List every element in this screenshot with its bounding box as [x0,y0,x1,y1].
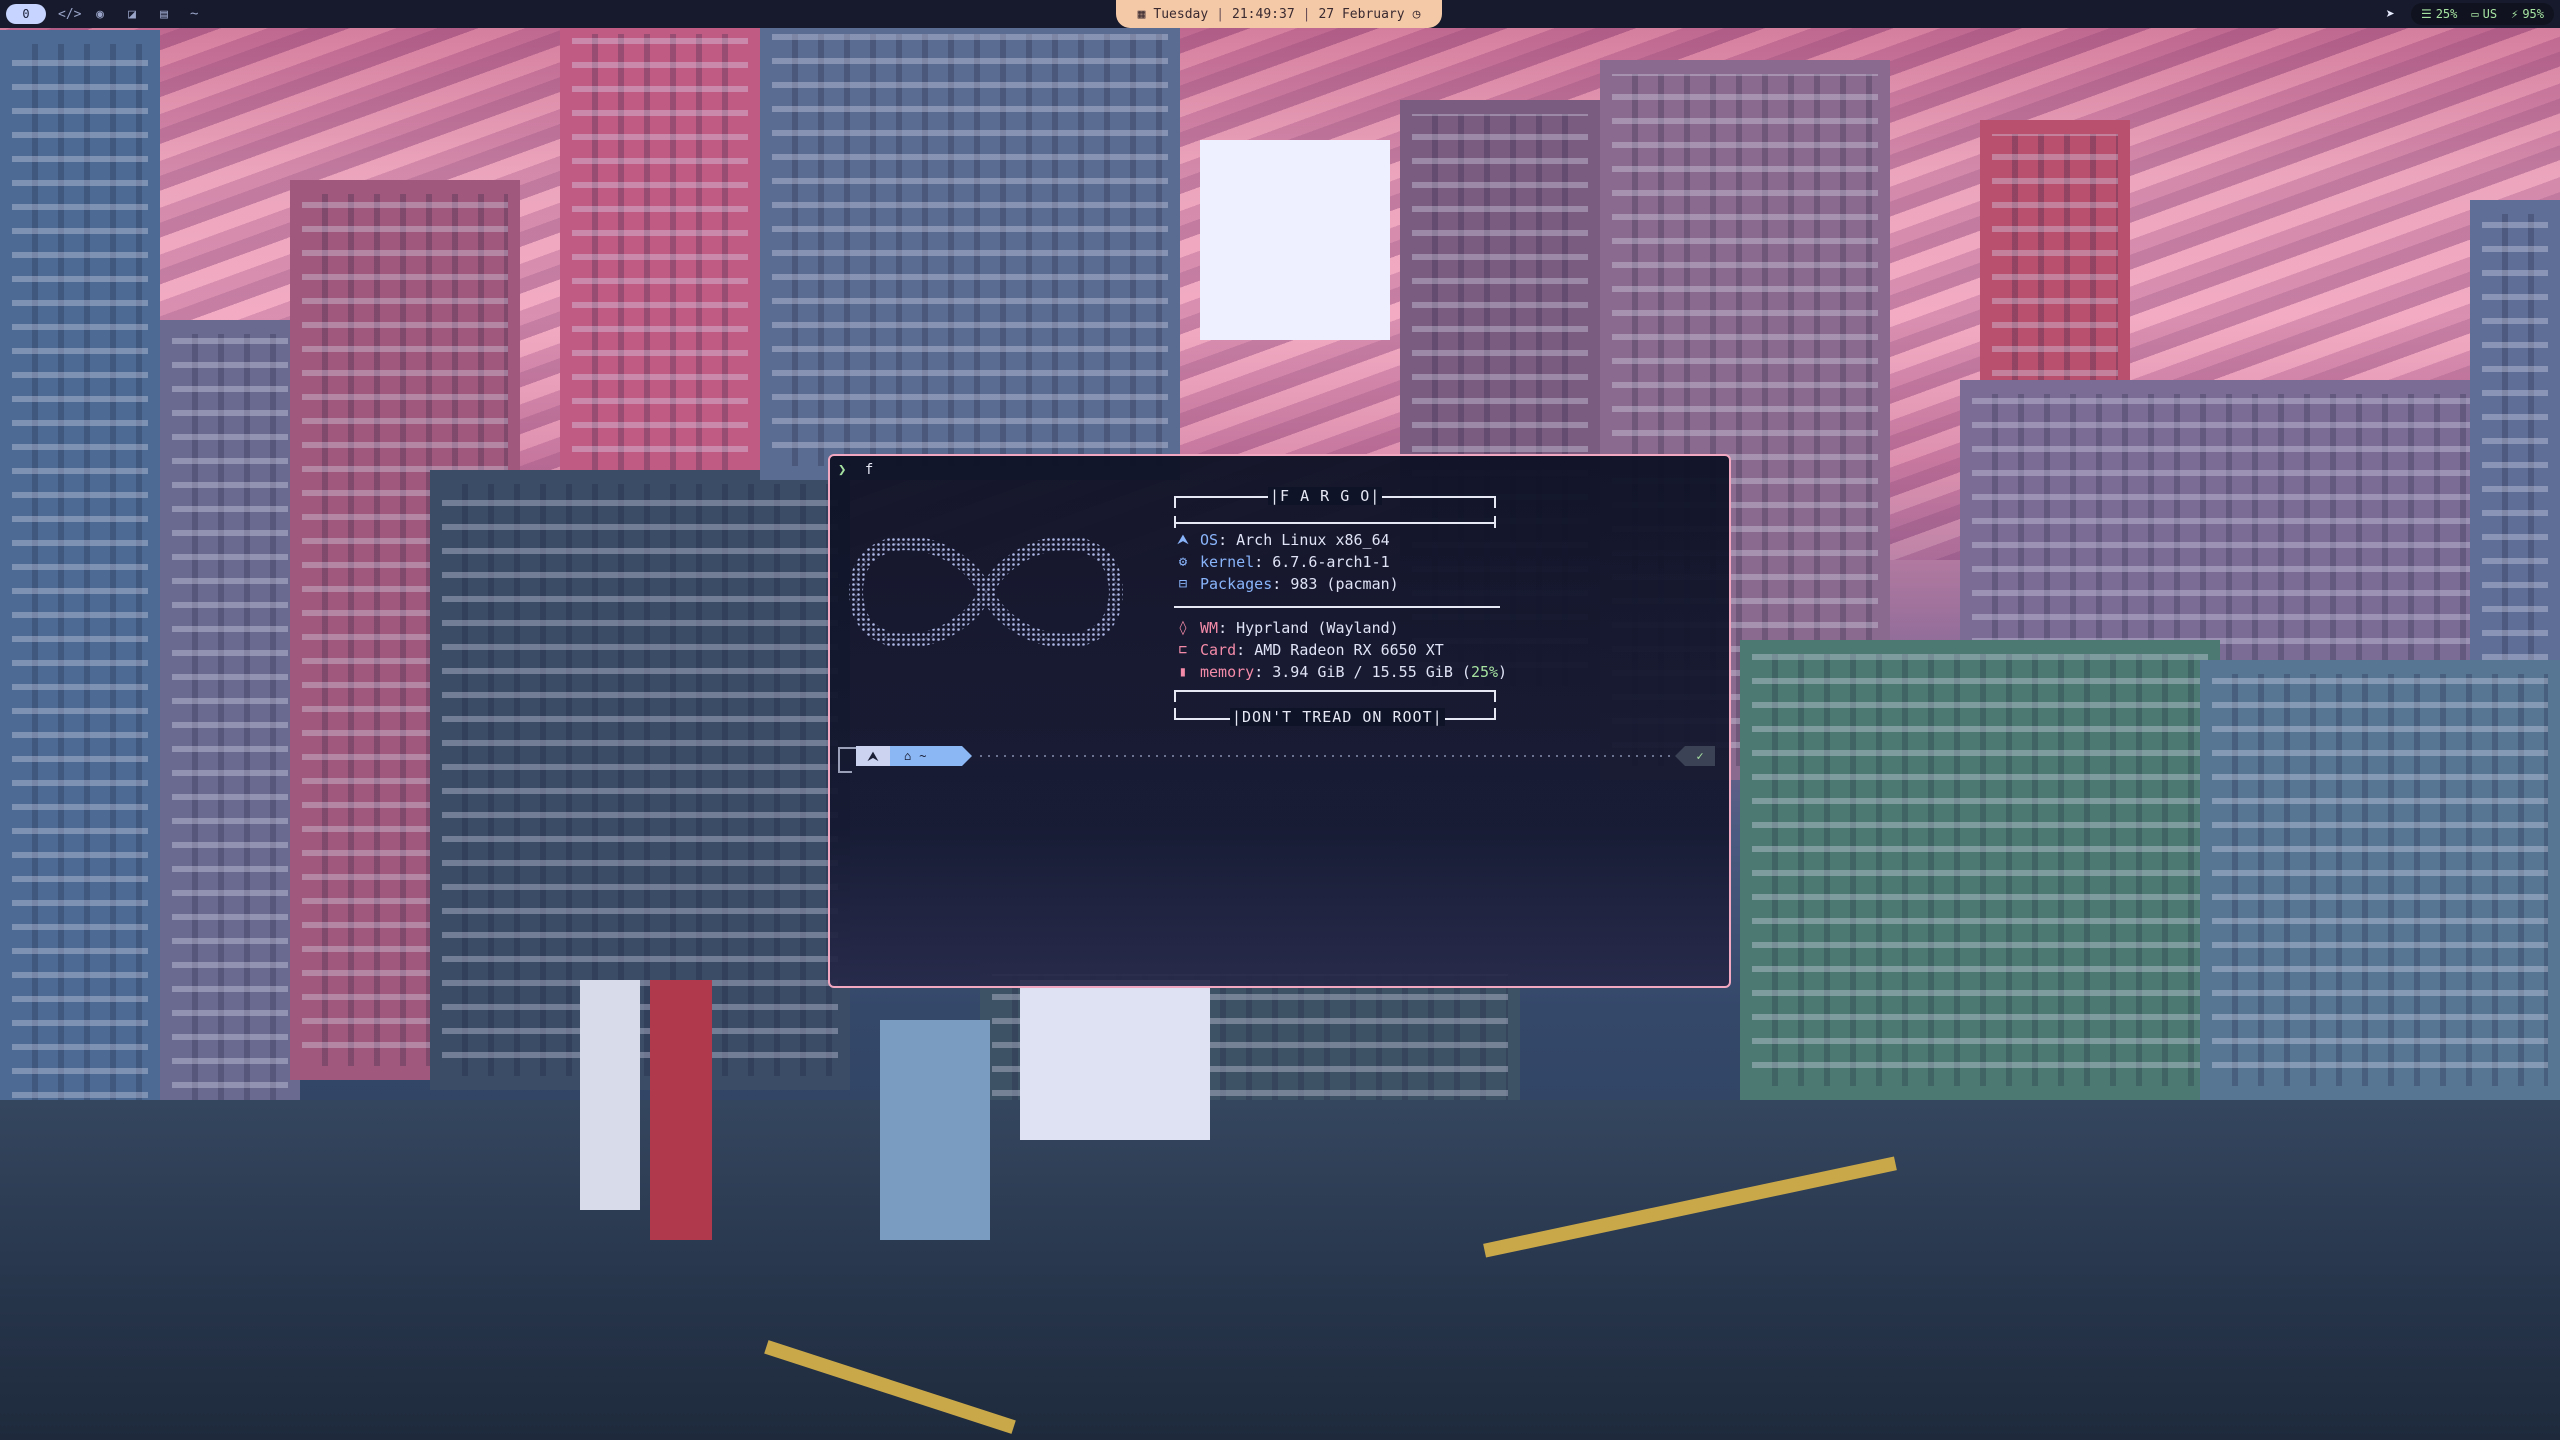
fetch-key: Card [1200,641,1237,659]
fetch-value: 983 (pacman) [1290,575,1399,593]
top-bar-left: 0 </> ◉ ◪ ▤ ~ [0,0,198,28]
fetch-value: Arch Linux x86_64 [1236,531,1390,549]
street [0,1100,2560,1440]
top-bar-right: ➤ ☰ 25% ▭ US ⚡ 95% [2386,0,2554,28]
fetch-row-os: ⮝ OS: Arch Linux x86_64 [1174,531,1390,549]
fetch-row-packages: ⊟ Packages: 983 (pacman) [1174,575,1399,593]
fetch-value: 6.7.6-arch1-1 [1272,553,1390,571]
fetch-row-card: ⊏ Card: AMD Radeon RX 6650 XT [1174,641,1444,659]
fetch-value: 3.94 GiB / 15.55 GiB ( [1272,663,1471,681]
prompt-arrow-icon: ❯ [838,462,847,478]
billboard [1020,980,1210,1140]
battery-icon: ⚡ [2511,7,2519,21]
telegram-icon[interactable]: ➤ [2386,5,2395,23]
fetch-key: memory [1200,663,1255,681]
fetch-key: kernel [1200,553,1255,571]
prompt-os-segment: ⮝ [856,746,890,766]
building [160,320,300,1120]
divider [1174,708,1176,720]
vending-machine [650,980,712,1240]
command-text: f [864,462,874,478]
keyboard-layout-value: US [2482,7,2498,21]
infinity-logo [848,536,1124,648]
workspace-label: 0 [22,7,30,21]
divider [1174,516,1176,528]
files-icon[interactable]: ◪ [122,7,142,22]
divider [1174,496,1176,508]
window-title: ~ [190,6,199,22]
fetch-footer: |DON'T TREAD ON ROOT| [1230,708,1445,726]
divider [1174,690,1496,692]
fetch-row-memory: ▮ memory: 3.94 GiB / 15.55 GiB (25%) [1174,663,1507,681]
fetch-value: Hyprland (Wayland) [1236,619,1399,637]
clock-date: 27 February [1318,6,1405,22]
building [430,470,850,1090]
terminal-window[interactable]: ❯ f |F A R G O| ⮝ OS: Arch Linux x86_64 … [828,454,1731,988]
fetch-key: Packages [1200,575,1273,593]
prompt-segment-arrow [1675,746,1685,766]
fetch-key: WM [1200,619,1219,637]
fetch-header: |F A R G O| [1268,487,1383,505]
prompt-directory-segment: ⌂ ~ [890,746,962,766]
building [1200,140,1390,340]
prompt-segment-arrow [962,746,972,766]
divider [1494,690,1496,702]
battery-value: 95% [2522,7,2544,21]
system-tray: ☰ 25% ▭ US ⚡ 95% [2410,3,2554,25]
battery-indicator[interactable]: ⚡ 95% [2511,7,2544,21]
arch-icon: ⮝ [1177,532,1189,548]
clock-icon: ◷ [1412,6,1421,22]
calendar-icon: ▦ [1137,6,1146,22]
building [760,20,1180,480]
check-icon: ✓ [1696,749,1704,763]
arch-icon: ⮝ [867,748,879,763]
home-icon: ⌂ [904,749,912,763]
divider [1174,606,1500,608]
prompt-status-segment: ✓ [1685,746,1715,766]
gpu-icon: ⊏ [1178,642,1188,658]
clock-separator: | [1302,6,1311,22]
droplet-icon: ◊ [1178,620,1188,636]
command-line: ❯ f [838,462,873,478]
divider [1174,522,1496,524]
top-bar: 0 </> ◉ ◪ ▤ ~ ▦ Tuesday | 21:49:37 | 27 … [0,0,2560,28]
keyboard-icon: ▭ [2471,7,2479,21]
keyboard-layout-indicator[interactable]: ▭ US [2471,7,2497,21]
building [1740,640,2220,1100]
cpu-value: 25% [2435,7,2458,21]
divider [1174,690,1176,702]
vending-machine [580,980,640,1210]
clock-widget[interactable]: ▦ Tuesday | 21:49:37 | 27 February ◷ [1116,0,1442,28]
fetch-key: OS [1200,531,1219,549]
workspace-indicator[interactable]: 0 [6,4,46,24]
clock-time: 21:49:37 [1232,6,1295,22]
fetch-row-kernel: ⚙ kernel: 6.7.6-arch1-1 [1174,553,1390,571]
shell-prompt: ⮝ ⌂ ~ ✓ [838,745,1723,773]
code-icon[interactable]: </> [58,7,81,22]
gear-icon: ⚙ [1178,554,1188,570]
vending-machine [880,1020,990,1240]
divider [1494,708,1496,720]
building [2200,660,2560,1100]
building [0,30,160,1130]
prompt-bracket [838,759,852,773]
prompt-filler [980,755,1675,757]
memory-icon: ▮ [1178,664,1188,680]
divider [1494,496,1496,508]
clock-day: Tuesday [1153,6,1209,22]
cpu-indicator[interactable]: ☰ 25% [2421,7,2457,21]
fetch-value: AMD Radeon RX 6650 XT [1254,641,1444,659]
memory-percent: 25% [1470,663,1499,681]
clock-separator: | [1216,6,1225,22]
divider [1494,516,1496,528]
package-icon: ⊟ [1178,576,1188,592]
firefox-icon[interactable]: ◉ [90,7,110,22]
fetch-value-end: ) [1498,663,1508,681]
cpu-icon: ☰ [2420,7,2432,21]
prompt-directory: ~ [919,749,927,763]
document-icon[interactable]: ▤ [154,7,174,22]
fetch-row-wm: ◊ WM: Hyprland (Wayland) [1174,619,1399,637]
